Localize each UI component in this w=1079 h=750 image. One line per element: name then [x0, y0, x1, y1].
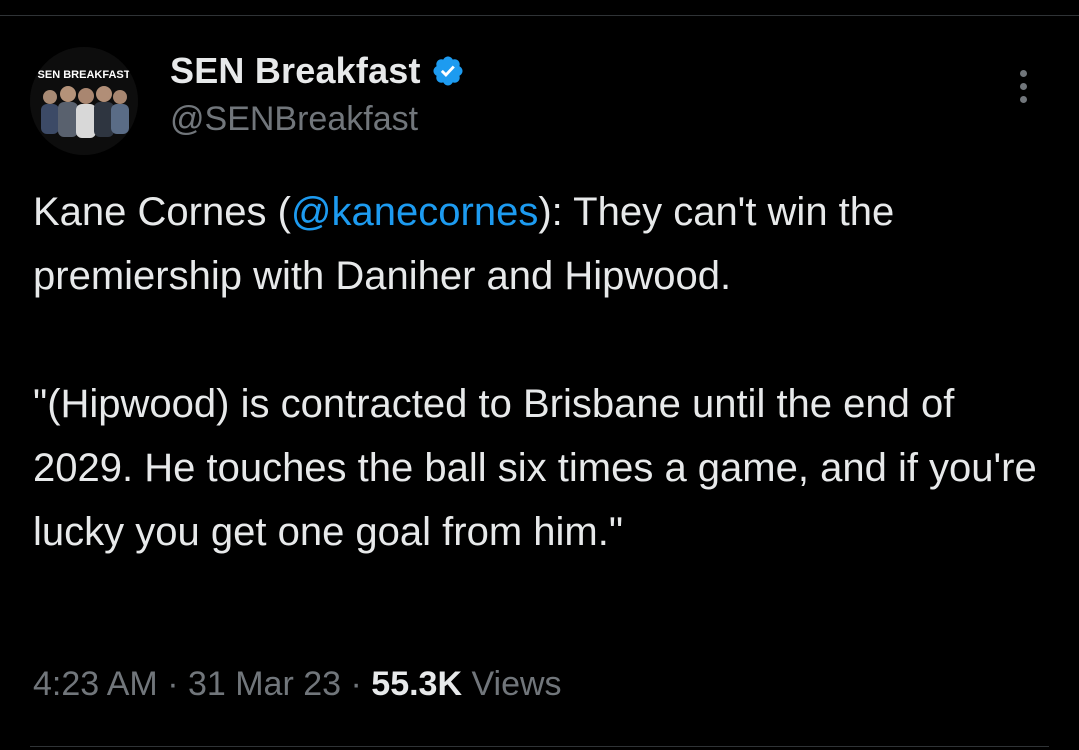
display-name[interactable]: SEN Breakfast: [170, 50, 421, 92]
tweet-paragraph-1: Kane Cornes (@kanecornes): They can't wi…: [33, 180, 1053, 308]
meta-separator: ·: [341, 665, 372, 703]
avatar-image: SEN BREAKFAST: [30, 47, 138, 155]
views-label: Views: [462, 665, 562, 703]
tweet-metadata: 4:23 AM · 31 Mar 23 · 55.3K Views: [33, 665, 562, 704]
top-divider: [0, 15, 1079, 16]
tweet-time[interactable]: 4:23 AM: [33, 665, 158, 703]
author-name-row[interactable]: SEN Breakfast: [170, 48, 465, 94]
meta-separator: ·: [157, 665, 188, 703]
tweet-paragraph-2: "(Hipwood) is contracted to Brisbane unt…: [33, 382, 1037, 554]
author-handle[interactable]: @SENBreakfast: [170, 100, 418, 139]
tweet-text: Kane Cornes (@kanecornes): They can't wi…: [33, 180, 1053, 564]
more-options-icon[interactable]: [1008, 70, 1038, 110]
bottom-divider: [30, 746, 1049, 747]
views-count[interactable]: 55.3K: [371, 665, 462, 703]
avatar[interactable]: SEN BREAKFAST: [30, 47, 138, 155]
tweet-text-prefix: Kane Cornes (: [33, 190, 291, 234]
avatar-logo-text: SEN BREAKFAST: [38, 69, 131, 81]
tweet-date[interactable]: 31 Mar 23: [188, 665, 341, 703]
verified-badge-icon[interactable]: [431, 54, 465, 88]
mention-link[interactable]: @kanecornes: [291, 190, 538, 234]
